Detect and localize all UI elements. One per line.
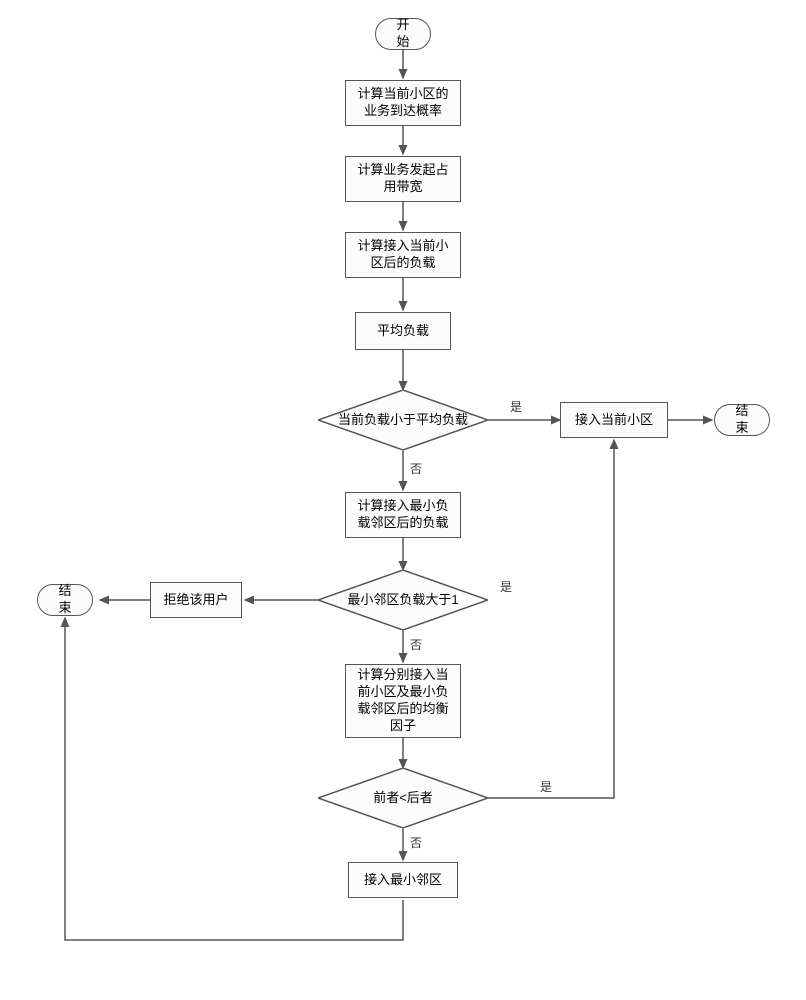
- start-label: 开始: [394, 17, 412, 51]
- decision-compare-label: 前者<后者: [318, 768, 488, 828]
- process-calc-arrival-prob: 计算当前小区的业务到达概率: [345, 80, 461, 126]
- process-reject-user: 拒绝该用户: [150, 582, 242, 618]
- edge-yes-2: 是: [500, 578, 512, 595]
- edge-no-3: 否: [410, 834, 422, 851]
- edge-yes-3: 是: [540, 778, 552, 795]
- access-current-label: 接入当前小区: [575, 412, 653, 429]
- reject-user-label: 拒绝该用户: [163, 592, 228, 609]
- process-calc-bandwidth: 计算业务发起占用带宽: [345, 156, 461, 202]
- process-calc-min-neighbor-load: 计算接入最小负载邻区后的负载: [345, 492, 461, 538]
- decision-avg-load: 当前负载小于平均负载: [318, 390, 488, 450]
- decision-min-neighbor-label: 最小邻区负载大于1: [318, 570, 488, 630]
- calc-arrival-prob-label: 计算当前小区的业务到达概率: [356, 86, 450, 120]
- calc-balance-factor-label: 计算分别接入当前小区及最小负载邻区后的均衡因子: [356, 667, 450, 735]
- process-calc-balance-factor: 计算分别接入当前小区及最小负载邻区后的均衡因子: [345, 664, 461, 738]
- decision-compare: 前者<后者: [318, 768, 488, 828]
- edge-no-1: 否: [410, 460, 422, 477]
- terminator-start: 开始: [375, 18, 431, 50]
- terminator-end-1: 结束: [714, 404, 770, 436]
- calc-bandwidth-label: 计算业务发起占用带宽: [356, 162, 450, 196]
- avg-load-label: 平均负载: [377, 323, 429, 340]
- calc-min-neighbor-load-label: 计算接入最小负载邻区后的负载: [356, 498, 450, 532]
- process-access-current: 接入当前小区: [560, 402, 668, 438]
- terminator-end-2: 结束: [37, 584, 93, 616]
- access-min-neighbor-label: 接入最小邻区: [364, 872, 442, 889]
- edge-no-2: 否: [410, 636, 422, 653]
- process-access-min-neighbor: 接入最小邻区: [348, 862, 458, 898]
- edge-yes-1: 是: [510, 398, 522, 415]
- calc-load-after-access-label: 计算接入当前小区后的负载: [356, 238, 450, 272]
- process-calc-load-after-access: 计算接入当前小区后的负载: [345, 232, 461, 278]
- decision-avg-label: 当前负载小于平均负载: [318, 390, 488, 450]
- decision-min-neighbor-full: 最小邻区负载大于1: [318, 570, 488, 630]
- end2-label: 结束: [56, 583, 74, 617]
- process-avg-load: 平均负载: [355, 312, 451, 350]
- end1-label: 结束: [733, 403, 751, 437]
